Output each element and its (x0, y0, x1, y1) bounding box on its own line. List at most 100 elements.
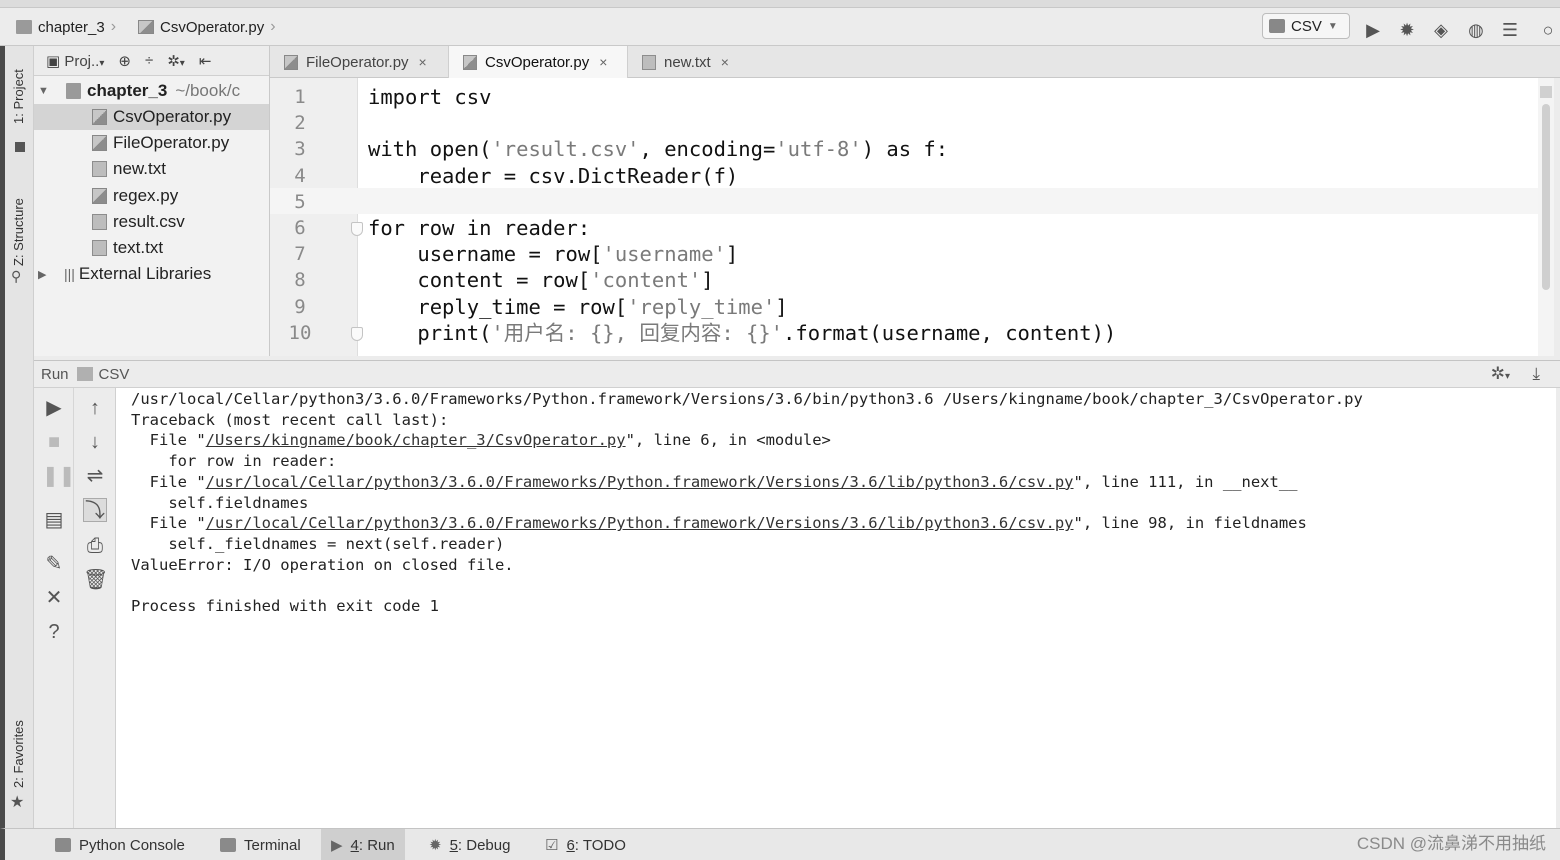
console-line: Process finished with exit code 1 (131, 596, 439, 617)
hide-panel-icon[interactable]: ⇤ (199, 52, 212, 70)
rerun-icon[interactable]: ▶ (42, 396, 66, 420)
string-literal: 'content' (590, 268, 702, 293)
code-token: ] (701, 268, 714, 293)
trash-icon[interactable]: 🗑 (83, 568, 108, 592)
code-line: username = row['username'] (368, 241, 738, 267)
tab-label: CsvOperator.py (485, 53, 590, 71)
run-icon: ▶ (331, 837, 343, 854)
tree-file-item[interactable]: regex.py (34, 183, 269, 209)
layout-icon[interactable]: ▤ (42, 508, 66, 532)
tree-file-item[interactable]: CsvOperator.py (34, 104, 269, 130)
tab-run[interactable]: ▶ 4: Run (321, 829, 405, 860)
tab-terminal[interactable]: Terminal (210, 829, 311, 860)
terminal-icon (220, 838, 236, 852)
run-configuration-select[interactable]: CSV ▼ (1262, 13, 1350, 39)
tree-root-folder[interactable]: ▼ chapter_3 ~/book/c (34, 78, 269, 104)
code-line: print('用户名: {}, 回复内容: {}'.format(usernam… (368, 320, 1116, 346)
external-libraries-label: External Libraries (78, 264, 212, 283)
line-number: 6 (294, 217, 306, 239)
string-literal: 'reply_time' (627, 294, 776, 319)
console-text: File " (131, 472, 206, 491)
code-line: content = row['content'] (368, 267, 714, 293)
tab-debug[interactable]: ✹ 5: Debug (419, 829, 520, 860)
scroll-to-end-icon[interactable]: ⤵ (83, 498, 107, 522)
code-line: reply_time = row['reply_time'] (368, 294, 787, 320)
console-text: /usr/local/Cellar/python3/3.6.0/Framewor… (131, 390, 1363, 408)
tab-shortcut: 5 (449, 836, 458, 854)
tree-external-libraries[interactable]: ▶ ||| External Libraries (34, 261, 269, 287)
gear-icon[interactable]: ✲▾ (1491, 364, 1510, 384)
gear-icon[interactable]: ✲▾ (167, 52, 185, 70)
run-panel-header: Run CSV ✲▾ ⤓ (34, 360, 1560, 388)
print-icon[interactable]: ⎙ (83, 534, 107, 558)
code-line: for row in reader: (368, 215, 590, 241)
tab-fileoperator[interactable]: FileOperator.py × (270, 46, 442, 78)
arrow-up-icon[interactable]: ↑ (83, 396, 107, 420)
stop-icon[interactable]: ■ (42, 430, 66, 454)
tab-label: new.txt (664, 53, 711, 71)
fold-marker-icon[interactable] (351, 327, 363, 341)
console-file-link[interactable]: /usr/local/Cellar/python3/3.6.0/Framewor… (206, 514, 1074, 532)
coverage-icon[interactable]: ◈ (1431, 20, 1451, 40)
pause-icon[interactable]: ❚❚ (42, 464, 76, 488)
fold-marker-icon[interactable] (351, 222, 363, 236)
line-number: 8 (294, 269, 306, 292)
close-icon[interactable]: ✕ (42, 586, 66, 610)
editor-scrollbar[interactable] (1538, 78, 1554, 356)
line-number: 10 (288, 321, 312, 344)
arrow-down-icon[interactable]: ↓ (83, 430, 107, 454)
tree-file-item[interactable]: new.txt (34, 156, 269, 182)
scrollbar-thumb[interactable] (1542, 104, 1550, 290)
editor-tab-bar: FileOperator.py × CsvOperator.py × new.t… (270, 46, 1560, 78)
structure-tool-tab[interactable]: Z: Structure (11, 198, 26, 266)
tab-shortcut: 6 (566, 836, 575, 854)
tree-file-item[interactable]: result.csv (34, 209, 269, 235)
tree-file-label: CsvOperator.py (113, 107, 232, 126)
console-file-link[interactable]: /Users/kingname/book/chapter_3/CsvOperat… (206, 431, 626, 449)
code-line: reader = csv.DictReader(f) (368, 163, 738, 189)
console-line: ValueError: I/O operation on closed file… (131, 555, 514, 576)
console-file-link[interactable]: /usr/local/Cellar/python3/3.6.0/Framewor… (206, 473, 1074, 491)
line-number: 7 (294, 243, 306, 266)
tab-label: FileOperator.py (306, 53, 409, 71)
run-icon[interactable]: ▶ (1363, 20, 1383, 40)
tab-new-txt[interactable]: new.txt × (628, 46, 748, 78)
favorites-tool-tab[interactable]: 2: Favorites (11, 720, 26, 788)
help-icon[interactable]: ? (42, 620, 66, 644)
project-tool-tab[interactable]: 1: Project (11, 69, 26, 124)
tree-file-item[interactable]: FileOperator.py (34, 130, 269, 156)
breadcrumb-file[interactable]: CsvOperator.py › (138, 17, 276, 37)
tab-python-console[interactable]: Python Console (45, 829, 195, 860)
code-token: reply_time = row[ (368, 294, 628, 319)
run-toolbar-secondary: ↑ ↓ ⇌ ⤵ ⎙ 🗑 (74, 388, 116, 828)
tab-todo[interactable]: ☑ 6: TODO (535, 829, 636, 860)
debug-icon[interactable]: ✹ (1397, 20, 1417, 40)
run-configuration-label: CSV (1291, 17, 1322, 35)
inspection-indicator (1540, 86, 1552, 98)
close-icon[interactable]: × (419, 54, 427, 70)
close-icon[interactable]: × (599, 54, 607, 70)
scroll-from-source-icon[interactable]: ⊕ (118, 52, 131, 70)
code-token: print( (368, 320, 492, 345)
hide-panel-icon[interactable]: ⤓ (1532, 364, 1540, 384)
console-text: ", line 6, in <module> (625, 431, 831, 450)
tab-csvoperator[interactable]: CsvOperator.py × (448, 46, 628, 78)
tree-file-item[interactable]: text.txt (34, 235, 269, 261)
code-token: username = row[ (368, 242, 603, 267)
text-file-icon (92, 240, 107, 256)
python-file-icon (138, 20, 154, 34)
string-literal: '用户名: {}, 回复内容: {}' (491, 320, 784, 345)
close-icon[interactable]: × (721, 54, 729, 70)
collapse-all-icon[interactable]: ÷ (145, 52, 153, 69)
pin-icon[interactable]: ✎ (42, 552, 66, 576)
tab-shortcut: 4 (350, 836, 359, 854)
profile-icon[interactable]: ◍ (1466, 20, 1486, 40)
run-toolbar-primary: ▶ ■ ❚❚ ▤ ✎ ✕ ? (34, 388, 76, 828)
soft-wrap-icon[interactable]: ⇌ (83, 464, 107, 488)
search-icon[interactable]: ○ (1538, 20, 1558, 40)
console-text: self._fieldnames = next(self.reader) (131, 534, 505, 553)
build-icon[interactable]: ☰ (1500, 20, 1520, 40)
project-view-select[interactable]: ▣ Proj..▾ (46, 52, 104, 70)
tab-label: Python Console (79, 836, 185, 854)
breadcrumb-project[interactable]: chapter_3 › (16, 17, 116, 37)
